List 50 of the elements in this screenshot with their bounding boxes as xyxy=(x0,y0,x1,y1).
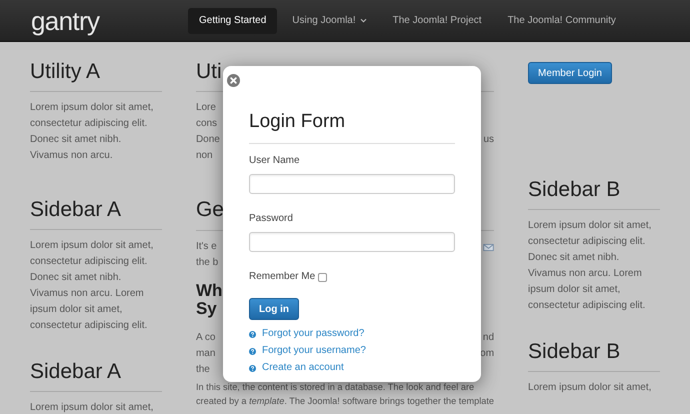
section-heading: Utility A xyxy=(30,59,102,85)
text-fragment: non xyxy=(196,149,213,163)
section-text: Lorem ipsum dolor sit amet, xyxy=(30,401,154,414)
dialog-link[interactable]: Create an account xyxy=(262,361,344,375)
nav-link[interactable]: The Joomla! Project xyxy=(382,8,493,34)
login-button[interactable]: Log in xyxy=(249,298,299,320)
nav-link[interactable]: The Joomla! Community xyxy=(496,8,627,34)
section-text: Lorem ipsum dolor sit amet, consectetur adipiscing elit. Donec sit amet nibh. Vivamus non arcu. xyxy=(30,101,154,163)
section-heading: Sidebar A xyxy=(30,197,122,223)
input-field[interactable] xyxy=(249,174,455,194)
close-icon[interactable] xyxy=(227,74,240,87)
help-icon xyxy=(249,348,256,354)
checkbox-label: Remember Me xyxy=(249,270,316,284)
text-fragment: om xyxy=(480,347,494,361)
section-heading: Sidebar A xyxy=(30,359,122,385)
dialog-title: Login Form xyxy=(249,110,346,134)
section-heading: Sidebar B xyxy=(528,177,622,203)
nav-link[interactable]: Getting Started xyxy=(188,8,278,34)
nav-link[interactable]: Using Joomla! xyxy=(281,8,378,34)
section-text: Lorem ipsum dolor sit amet, consectetur adipiscing elit. Donec sit amet nibh. Vivamus non arcu. Lorem ipsum dolor sit amet, consectetur adipiscing elit. xyxy=(30,239,154,333)
text-fragment: us xyxy=(483,133,494,147)
text-fragment: It's e xyxy=(196,240,217,254)
text-fragment: cons xyxy=(196,117,218,131)
field-label: User Name xyxy=(249,154,301,168)
email-icon[interactable] xyxy=(483,244,494,250)
remember-checkbox[interactable] xyxy=(318,272,328,282)
section-text: Lorem ipsum dolor sit amet, consectetur adipiscing elit. Donec sit amet nibh. Vivamus non arcu. Lorem ipsum dolor sit amet, consectetur adipiscing elit. xyxy=(528,219,652,313)
text-fragment: man xyxy=(196,347,216,361)
article-text: created by a template. The Joomla! software brings together the template xyxy=(196,395,494,408)
heading-fragment: Wh xyxy=(196,282,222,300)
section-heading: Uti xyxy=(196,59,222,85)
article-text: In this site, the content is stored in a database. The look and feel are xyxy=(196,381,474,394)
field-label: Password xyxy=(249,212,294,226)
heading-fragment: Sy xyxy=(196,300,217,318)
section-text: Lorem ipsum dolor sit amet, xyxy=(528,381,652,395)
site-logo[interactable]: gantry xyxy=(31,6,171,36)
section-heading: Sidebar B xyxy=(528,339,622,365)
article-heading: Ge xyxy=(196,197,224,223)
member-login-button[interactable]: Member Login xyxy=(528,62,612,84)
text-fragment: the xyxy=(196,363,210,377)
input-field[interactable] xyxy=(249,232,455,252)
help-icon xyxy=(249,330,256,338)
dialog-link[interactable]: Forgot your username? xyxy=(262,344,366,358)
text-fragment: A co xyxy=(196,331,216,345)
text-fragment: Done xyxy=(196,133,220,147)
text-fragment: nd xyxy=(482,331,494,345)
help-icon xyxy=(249,364,256,372)
text-fragment: Lore xyxy=(196,101,216,115)
text-fragment: the b xyxy=(196,256,218,270)
dialog-link[interactable]: Forgot your password? xyxy=(262,327,364,341)
